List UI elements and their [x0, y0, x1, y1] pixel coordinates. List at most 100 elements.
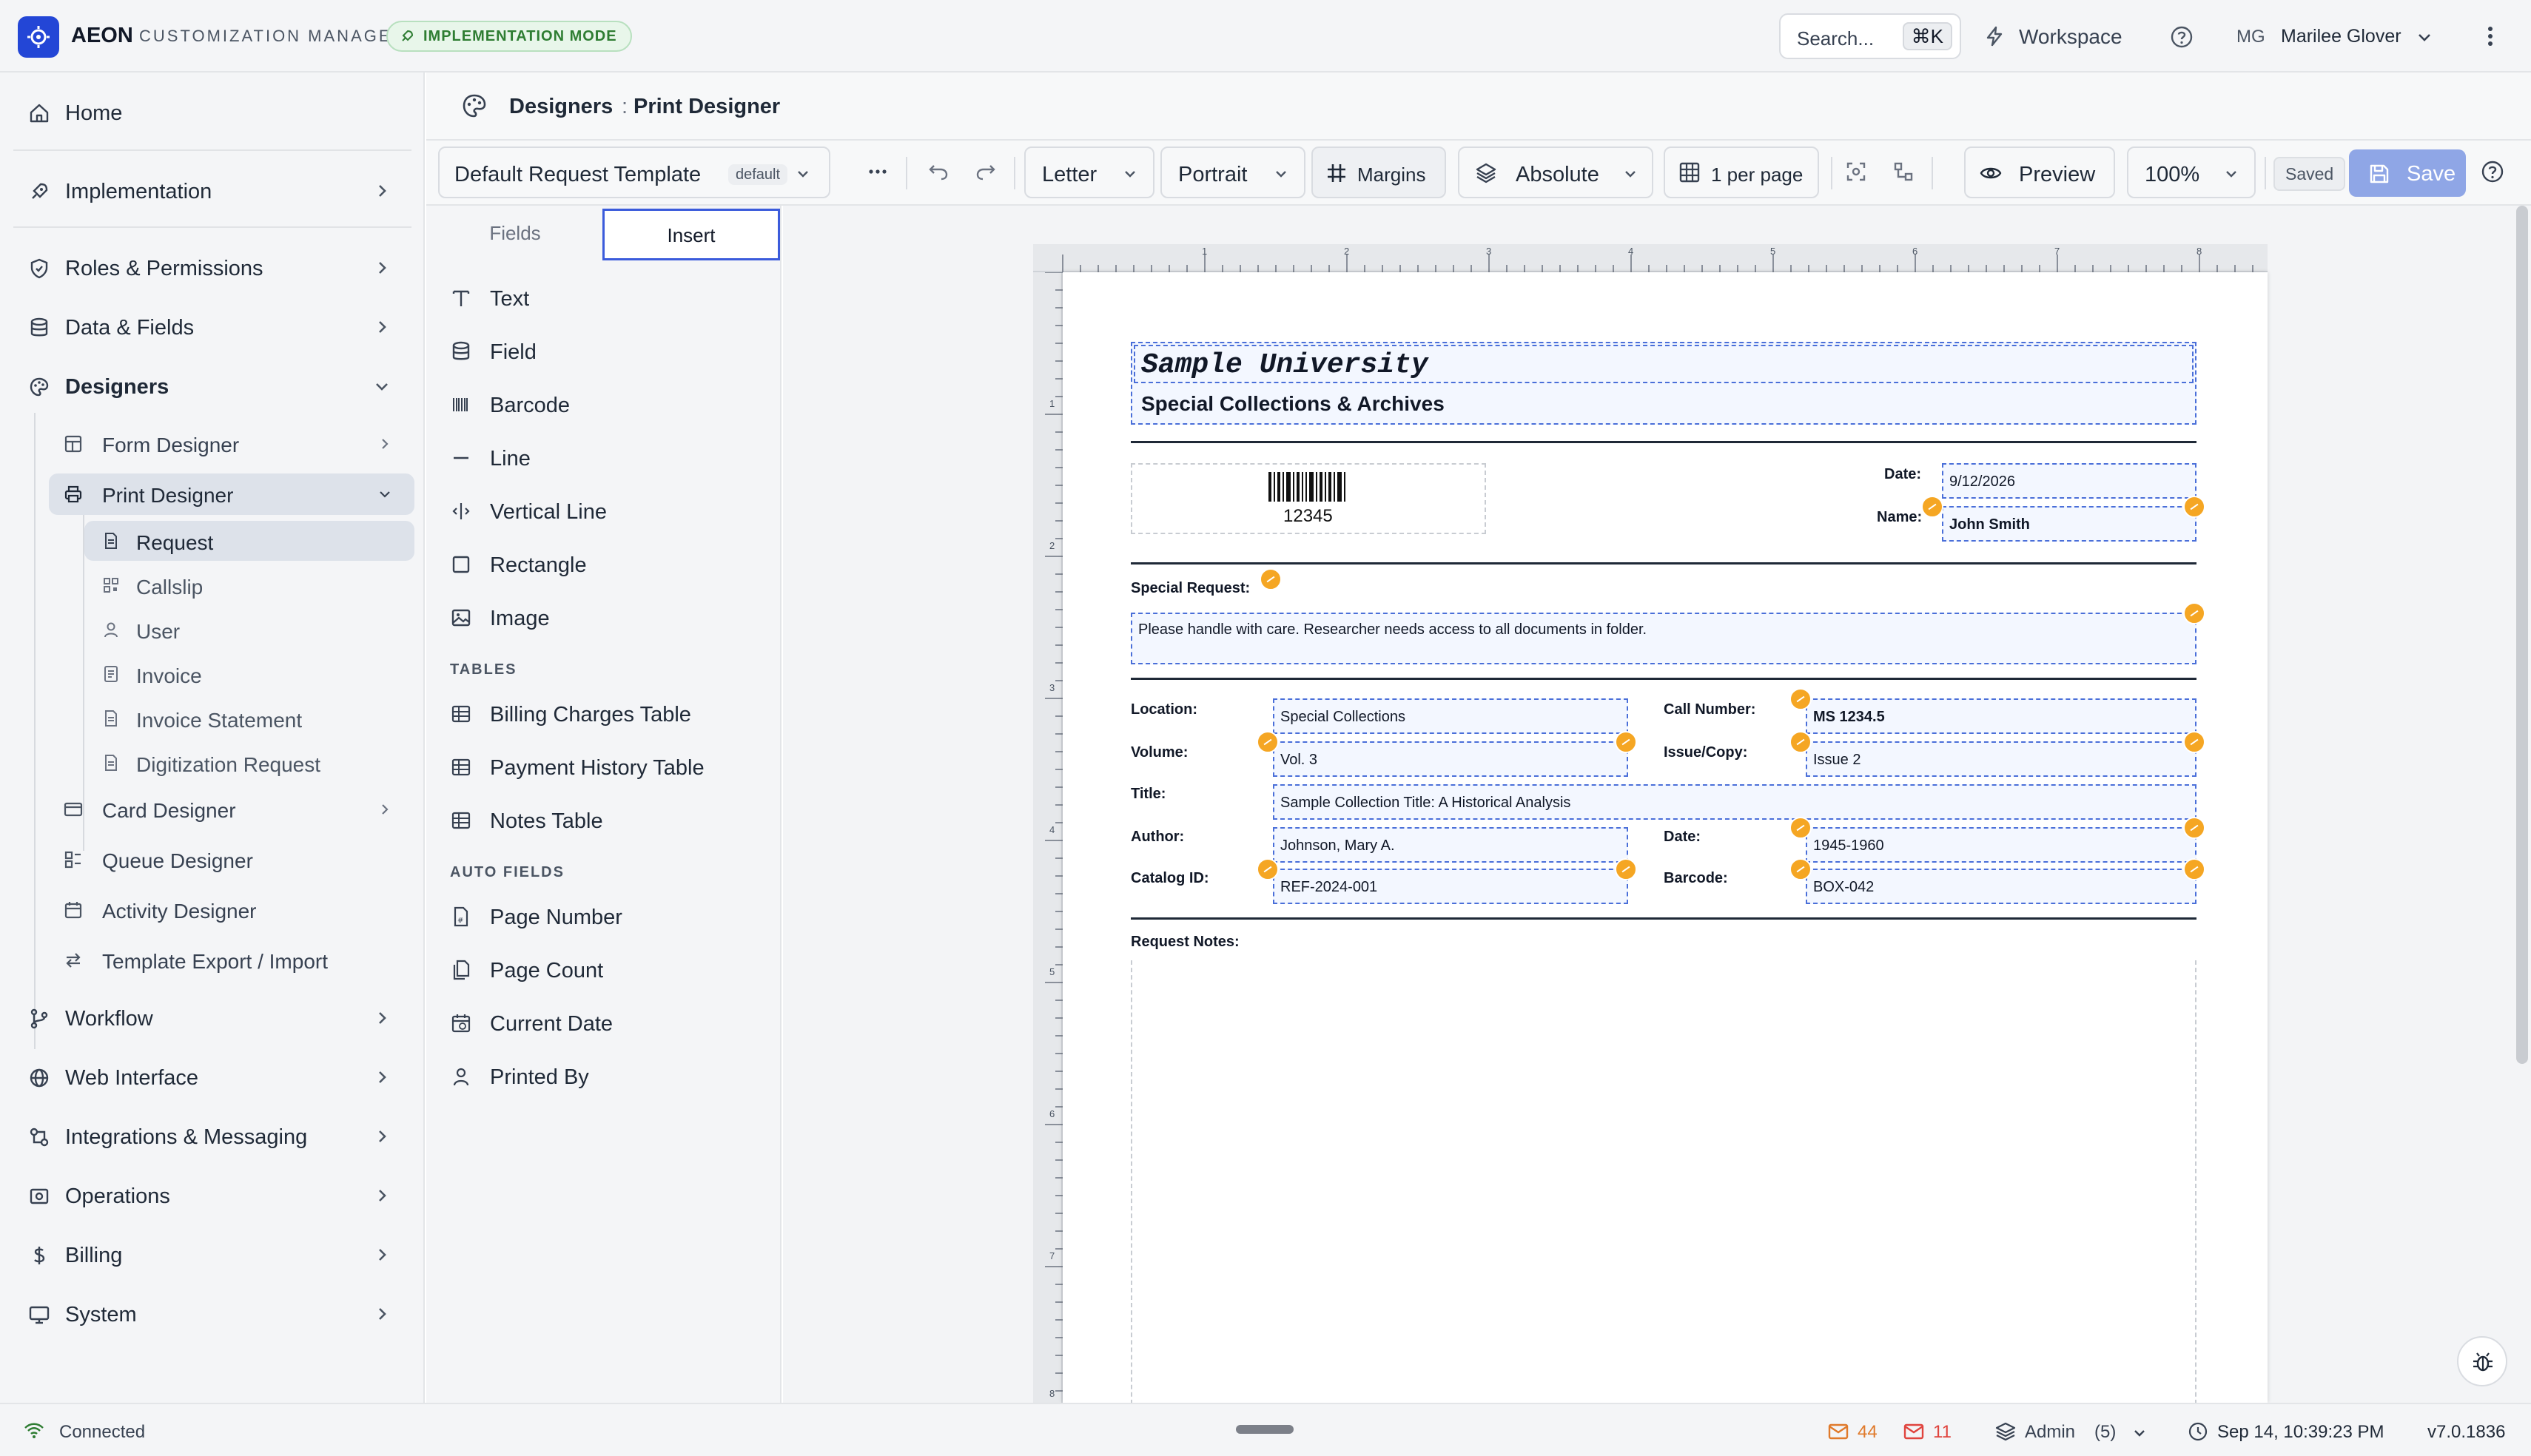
snap-align-icon[interactable]: [1892, 160, 1915, 183]
barcode-field[interactable]: BOX-042: [1806, 869, 2196, 904]
margins-toggle[interactable]: Margins: [1311, 146, 1446, 198]
save-button[interactable]: Save: [2349, 149, 2466, 197]
sidebar-item-system[interactable]: System: [0, 1290, 425, 1338]
date-field[interactable]: 9/12/2026: [1942, 463, 2196, 499]
help-icon[interactable]: [2481, 160, 2504, 183]
visibility-badge-icon[interactable]: [2183, 731, 2205, 753]
help-icon[interactable]: [2170, 25, 2194, 49]
insert-barcode[interactable]: Barcode: [426, 382, 782, 426]
sidebar-sub-activity-designer[interactable]: Activity Designer: [49, 889, 414, 931]
location-field[interactable]: Special Collections: [1273, 698, 1628, 734]
visibility-badge-icon[interactable]: [2183, 496, 2205, 518]
canvas-scrollbar[interactable]: [2516, 206, 2528, 1064]
focus-frame-icon[interactable]: [1844, 160, 1868, 183]
visibility-badge-icon[interactable]: [2183, 858, 2205, 880]
user-name[interactable]: Marilee Glover: [2281, 26, 2401, 47]
visibility-badge-icon[interactable]: [1789, 817, 1812, 839]
sidebar-item-workflow[interactable]: Workflow: [0, 994, 425, 1042]
special-request-field[interactable]: Please handle with care. Researcher need…: [1131, 613, 2196, 664]
insert-printed-by[interactable]: Printed By: [426, 1054, 782, 1098]
catalog-id-field[interactable]: REF-2024-001: [1273, 869, 1628, 904]
breadcrumb-parent[interactable]: Designers: [509, 95, 613, 119]
visibility-badge-icon[interactable]: [1615, 731, 1637, 753]
visibility-badge-icon[interactable]: [1921, 496, 1943, 518]
insert-vertical-line[interactable]: Vertical Line: [426, 488, 782, 533]
print-template-callslip[interactable]: Callslip: [84, 565, 414, 605]
sidebar-item-operations[interactable]: Operations: [0, 1172, 425, 1219]
more-vertical-icon[interactable]: [2479, 24, 2501, 49]
sidebar-sub-queue-designer[interactable]: Queue Designer: [49, 839, 414, 880]
print-template-user[interactable]: User: [84, 610, 414, 650]
sidebar-sub-print-designer[interactable]: Print Designer: [49, 473, 414, 515]
location-label: Location:: [1131, 701, 1197, 718]
search-button[interactable]: Search... ⌘K: [1779, 13, 1961, 59]
divider-line[interactable]: [1131, 562, 2196, 564]
chevron-down-icon[interactable]: [2416, 28, 2433, 46]
sidebar-item-web-interface[interactable]: Web Interface: [0, 1054, 425, 1101]
call-number-field[interactable]: MS 1234.5: [1806, 698, 2196, 734]
sidebar-sub-template-export-import[interactable]: Template Export / Import: [49, 940, 414, 981]
insert-image[interactable]: Image: [426, 595, 782, 639]
sidebar-item-implementation[interactable]: Implementation: [0, 167, 425, 215]
preview-button[interactable]: Preview: [1964, 146, 2115, 198]
insert-field[interactable]: Field: [426, 328, 782, 373]
divider-line[interactable]: [1131, 441, 2196, 443]
visibility-badge-icon[interactable]: [2183, 602, 2205, 624]
visibility-badge-icon[interactable]: [1257, 731, 1279, 753]
more-horizontal-icon[interactable]: [866, 160, 890, 183]
app-logo-icon[interactable]: [18, 16, 59, 58]
paper-size-select[interactable]: Letter: [1024, 146, 1154, 198]
date-range-field[interactable]: 1945-1960: [1806, 827, 2196, 863]
sidebar-item-home[interactable]: Home: [0, 89, 425, 136]
title-field[interactable]: Sample Collection Title: A Historical An…: [1273, 784, 2196, 820]
visibility-badge-icon[interactable]: [1260, 568, 1282, 590]
sidebar-sub-card-designer[interactable]: Card Designer: [49, 789, 414, 830]
print-template-digitization-request[interactable]: Digitization Request: [84, 743, 414, 783]
orientation-select[interactable]: Portrait: [1160, 146, 1305, 198]
tab-fields[interactable]: Fields: [426, 209, 604, 260]
tab-insert[interactable]: Insert: [602, 209, 780, 260]
divider-line[interactable]: [1131, 917, 2196, 920]
insert-billing-charges-table[interactable]: Billing Charges Table: [426, 691, 782, 735]
author-field[interactable]: Johnson, Mary A.: [1273, 827, 1628, 863]
undo-icon[interactable]: [927, 160, 950, 183]
sidebar-item-data-fields[interactable]: Data & Fields: [0, 303, 425, 351]
insert-notes-table[interactable]: Notes Table: [426, 798, 782, 842]
issue-field[interactable]: Issue 2: [1806, 741, 2196, 777]
visibility-badge-icon[interactable]: [1789, 731, 1812, 753]
panel-resize-handle[interactable]: [1236, 1425, 1294, 1434]
template-select[interactable]: Default Request Template default: [438, 146, 830, 198]
insert-rectangle[interactable]: Rectangle: [426, 542, 782, 586]
insert-current-date[interactable]: Current Date: [426, 1000, 782, 1045]
insert-payment-history-table[interactable]: Payment History Table: [426, 744, 782, 789]
positioning-select[interactable]: Absolute: [1458, 146, 1653, 198]
sidebar-item-billing[interactable]: Billing: [0, 1231, 425, 1278]
sidebar-item-designers[interactable]: Designers: [0, 363, 425, 410]
redo-icon[interactable]: [974, 160, 998, 183]
volume-field[interactable]: Vol. 3: [1273, 741, 1628, 777]
sidebar-sub-form-designer[interactable]: Form Designer: [49, 423, 414, 465]
visibility-badge-icon[interactable]: [2183, 817, 2205, 839]
visibility-badge-icon[interactable]: [1615, 858, 1637, 880]
insert-text[interactable]: Text: [426, 275, 782, 320]
debug-button[interactable]: [2457, 1336, 2507, 1386]
insert-page-count[interactable]: Page Count: [426, 947, 782, 991]
barcode-element[interactable]: 12345: [1131, 463, 1486, 534]
zoom-select[interactable]: 100%: [2127, 146, 2256, 198]
insert-page-number[interactable]: # Page Number: [426, 894, 782, 938]
print-template-invoice[interactable]: Invoice: [84, 654, 414, 694]
visibility-badge-icon[interactable]: [1257, 858, 1279, 880]
print-template-request[interactable]: Request: [84, 521, 414, 561]
sidebar-item-integrations-messaging[interactable]: Integrations & Messaging: [0, 1113, 425, 1160]
print-page[interactable]: Sample University Special Collections & …: [1063, 272, 2268, 1419]
name-field[interactable]: John Smith: [1942, 506, 2196, 542]
divider-line[interactable]: [1131, 678, 2196, 680]
request-notes-area[interactable]: [1131, 960, 2196, 1419]
visibility-badge-icon[interactable]: [1789, 688, 1812, 710]
per-page-select[interactable]: 1 per page: [1664, 146, 1819, 198]
sidebar-item-roles-permissions[interactable]: Roles & Permissions: [0, 244, 425, 291]
insert-line[interactable]: Line: [426, 435, 782, 479]
visibility-badge-icon[interactable]: [1789, 858, 1812, 880]
user-initials[interactable]: MG: [2236, 27, 2265, 47]
print-template-invoice-statement[interactable]: Invoice Statement: [84, 698, 414, 738]
